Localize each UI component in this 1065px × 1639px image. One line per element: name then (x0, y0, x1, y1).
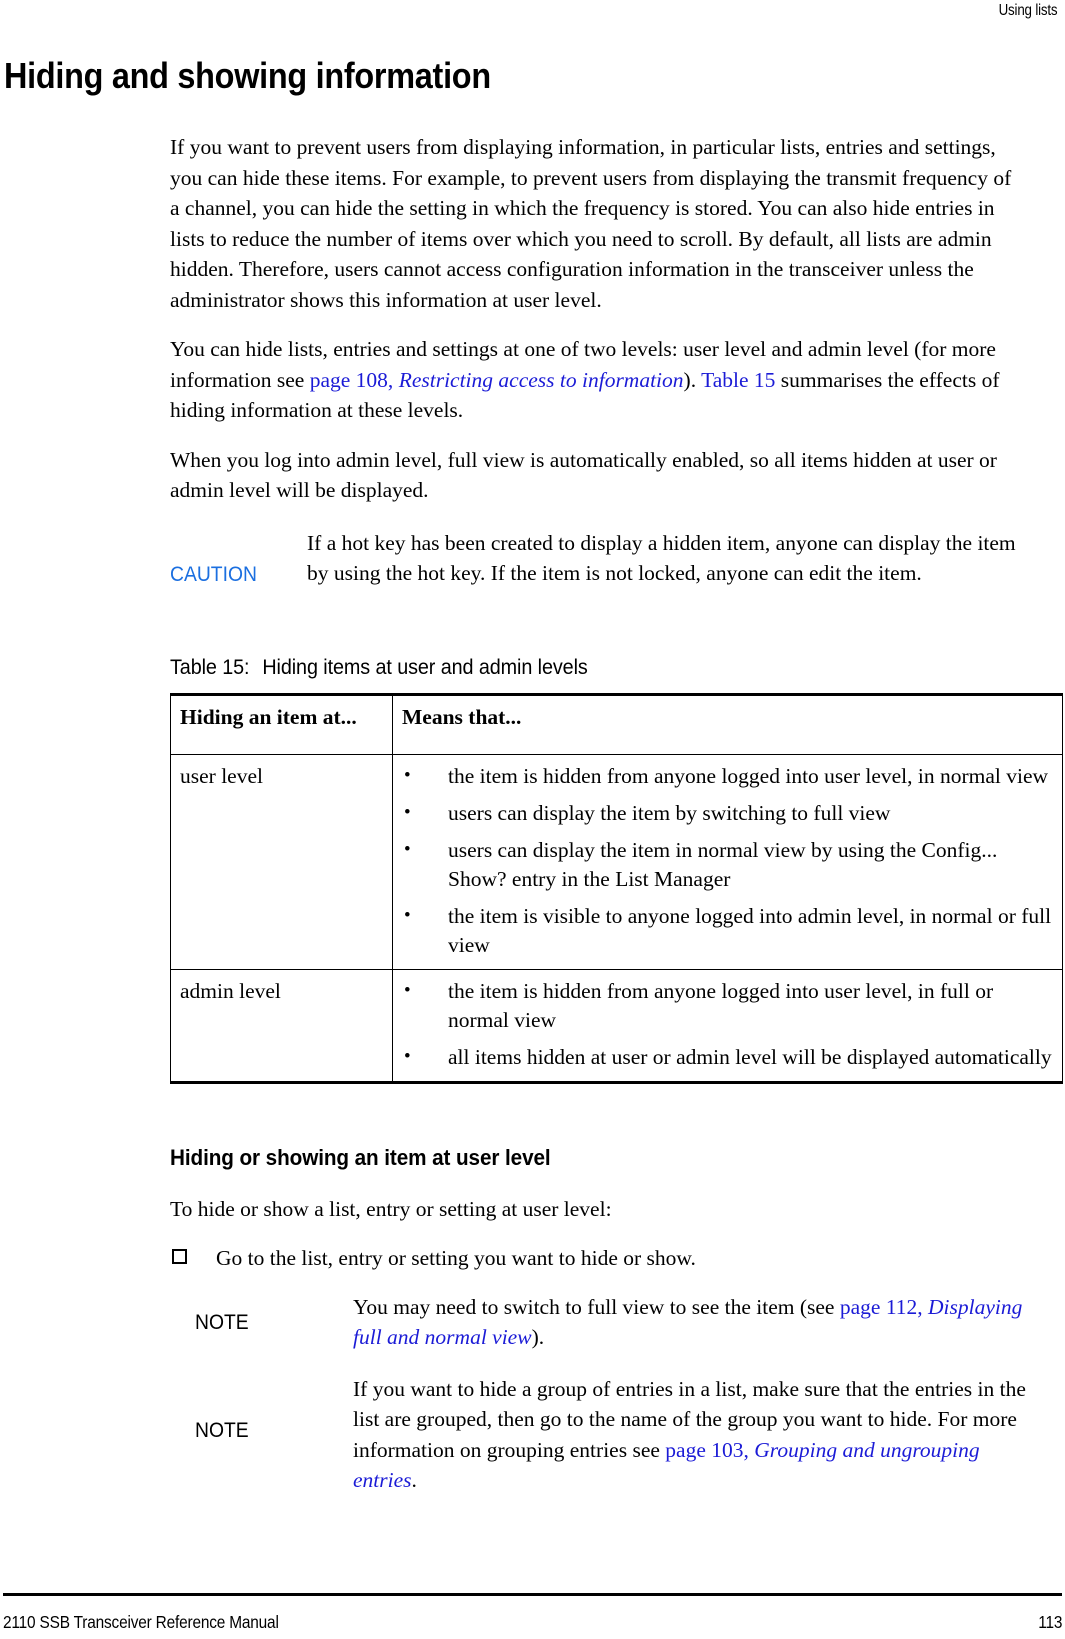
list-item: all items hidden at user or admin level … (402, 1042, 1053, 1072)
page-103-link[interactable]: page 103, (665, 1438, 749, 1462)
table-cell-means: the item is hidden from anyone logged in… (392, 753, 1063, 970)
body-column: If you want to prevent users from displa… (170, 132, 1063, 1512)
footer-page-number: 113 (1037, 1612, 1062, 1632)
intro-paragraph-3: When you log into admin level, full view… (170, 447, 997, 503)
bullet-list: the item is hidden from anyone logged in… (402, 761, 1053, 960)
section-intro: To hide or show a list, entry or setting… (170, 1196, 612, 1221)
note-label: NOTE (195, 1310, 249, 1334)
intro-paragraph-2: You can hide lists, entries and settings… (170, 334, 1008, 426)
table-row: admin level the item is hidden from anyo… (170, 968, 1063, 1084)
table-header-row: Hiding an item at... Means that... (170, 692, 1063, 755)
list-item: users can display the item in normal vie… (402, 835, 1053, 894)
running-header: Using lists (998, 2, 1057, 19)
note2-text-2: . (411, 1468, 417, 1492)
caution-label: CAUTION (170, 562, 257, 586)
note1-text-1: You may need to switch to full view to s… (353, 1294, 840, 1319)
table-cell-level: user level (170, 753, 393, 970)
intro-paragraph-1: If you want to prevent users from displa… (170, 135, 1012, 312)
table-row: user level the item is hidden from anyon… (170, 753, 1063, 970)
step-text: Go to the list, entry or setting you wan… (216, 1246, 696, 1270)
note-admonition-1: NOTE You may need to switch to full view… (170, 1292, 1062, 1366)
page-112-link[interactable]: page 112, (840, 1295, 923, 1319)
page-108-link[interactable]: page 108, (310, 368, 399, 392)
restricting-access-link[interactable]: Restricting access to information (399, 368, 684, 392)
table-cell-means: the item is hidden from anyone logged in… (392, 968, 1063, 1084)
table-cell-level: admin level (170, 968, 393, 1084)
list-item: the item is hidden from anyone logged in… (402, 976, 1053, 1035)
footer-manual-title: 2110 SSB Transceiver Reference Manual (3, 1612, 279, 1632)
bullet-list: the item is hidden from anyone logged in… (402, 976, 1053, 1072)
table-header-cell-1: Hiding an item at... (170, 692, 393, 755)
section-heading: Hiding or showing an item at user level (170, 1144, 551, 1170)
caution-text: If a hot key has been created to display… (307, 530, 1016, 586)
note-text: If you want to hide a group of entries i… (353, 1374, 1043, 1496)
page-title: Hiding and showing information (4, 55, 491, 96)
page-footer: 2110 SSB Transceiver Reference Manual 11… (3, 1612, 1062, 1633)
para2-text-2: ). (683, 367, 702, 392)
table-caption: Table 15: Hiding items at user and admin … (170, 654, 991, 680)
list-item: the item is hidden from anyone logged in… (402, 761, 1053, 791)
step-item-1: Go to the list, entry or setting you wan… (170, 1243, 1062, 1274)
table-header-cell-2: Means that... (392, 692, 1063, 755)
hiding-items-table: Hiding an item at... Means that... user … (170, 692, 1063, 1084)
footer-divider (3, 1593, 1062, 1596)
checkbox-icon (172, 1249, 187, 1264)
list-item: the item is visible to anyone logged int… (402, 901, 1053, 960)
note-text: You may need to switch to full view to s… (353, 1292, 1043, 1353)
table-15-link[interactable]: Table 15 (701, 368, 775, 392)
table-caption-number: Table 15: (170, 654, 250, 679)
note1-text-2: ). (531, 1325, 545, 1349)
document-page: Using lists Hiding and showing informati… (0, 0, 1065, 1639)
list-item: users can display the item by switching … (402, 798, 1053, 828)
table-caption-text: Hiding items at user and admin levels (262, 654, 588, 679)
caution-admonition: CAUTION If a hot key has been created to… (170, 528, 1062, 624)
note-label: NOTE (195, 1418, 249, 1442)
note-admonition-2: NOTE If you want to hide a group of entr… (170, 1374, 1062, 1504)
